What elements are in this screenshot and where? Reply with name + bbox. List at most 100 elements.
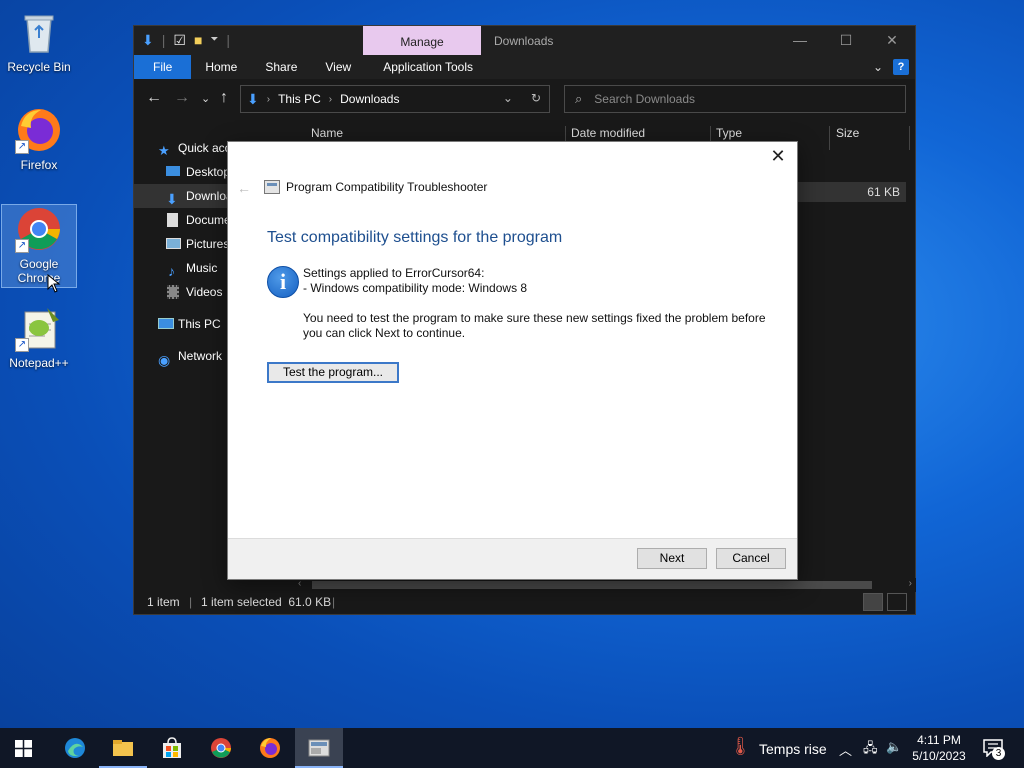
address-bar[interactable]: ⬇ › This PC › Downloads ⌄ ↻ <box>240 85 550 113</box>
breadcrumb-chevron-icon[interactable]: › <box>329 94 332 105</box>
status-separator: | <box>189 595 193 609</box>
desktop-icon-firefox[interactable]: ↗ Firefox <box>1 106 77 172</box>
notification-count-badge: 3 <box>992 747 1005 760</box>
mouse-cursor-icon <box>47 274 61 293</box>
start-button[interactable] <box>0 728 48 768</box>
desktop-icon-label: Google Chrome <box>17 257 61 285</box>
tab-home[interactable]: Home <box>191 55 251 79</box>
view-toggle <box>863 593 907 611</box>
weather-widget[interactable]: Temps rise <box>759 741 827 757</box>
window-controls: — ☐ ✕ <box>777 26 915 55</box>
sidebar-item-label: Pictures <box>186 237 230 251</box>
details-view-icon[interactable] <box>863 593 883 611</box>
column-divider[interactable] <box>909 126 910 150</box>
download-arrow-icon: ⬇ <box>166 191 178 207</box>
tab-view[interactable]: View <box>311 55 365 79</box>
column-header-date-modified[interactable]: Date modified <box>571 126 645 140</box>
sidebar-item-label: This PC <box>178 317 221 331</box>
close-button[interactable]: ✕ <box>869 26 915 55</box>
breadcrumb-downloads[interactable]: Downloads <box>340 92 399 106</box>
search-icon: ⌕ <box>575 91 583 106</box>
new-folder-icon[interactable]: ■ <box>194 32 202 48</box>
forward-arrow-icon[interactable]: → <box>174 89 190 107</box>
thermometer-icon: 🌡 <box>729 736 752 756</box>
volume-icon[interactable]: 🔈 <box>886 739 902 755</box>
download-arrow-icon: ⬇ <box>142 32 154 48</box>
desktop-icon-label: Firefox <box>20 158 58 172</box>
close-icon[interactable]: ✕ <box>767 146 789 167</box>
sidebar-item-label: Videos <box>186 285 223 299</box>
customize-toolbar-icon[interactable]: ⏷ <box>210 32 218 48</box>
tab-application-tools[interactable]: Application Tools <box>365 55 487 79</box>
recent-locations-chevron-icon[interactable]: ⌄ <box>201 92 210 105</box>
shortcut-arrow-icon: ↗ <box>15 239 29 253</box>
large-icons-view-icon[interactable] <box>887 593 907 611</box>
taskbar-edge[interactable] <box>51 728 99 768</box>
tab-file[interactable]: File <box>134 55 192 79</box>
settings-applied-text: Settings applied to ErrorCursor64: <box>303 266 485 280</box>
separator-icon: | <box>161 32 166 48</box>
clock[interactable]: 4:11 PM 5/10/2023 <box>906 732 972 764</box>
column-header-name[interactable]: Name <box>311 126 343 140</box>
ribbon-tabs: File Home Share View Application Tools ⌄… <box>134 55 915 79</box>
scrollbar-thumb[interactable] <box>312 581 872 589</box>
maximize-button[interactable]: ☐ <box>823 26 869 55</box>
desktop-icon-google-chrome[interactable]: ↗ Google Chrome <box>1 204 77 288</box>
taskbar-store[interactable] <box>148 728 196 768</box>
dialog-footer: Next Cancel <box>228 538 797 579</box>
breadcrumb-this-pc[interactable]: This PC <box>278 92 321 106</box>
minimize-button[interactable]: — <box>777 26 823 55</box>
search-box[interactable]: ⌕ <box>564 85 906 113</box>
desktop-icon-label: Notepad++ <box>9 356 69 370</box>
cancel-button[interactable]: Cancel <box>716 548 786 569</box>
downloads-folder-icon: ⬇ <box>247 90 259 107</box>
sidebar-item-label: Desktop <box>186 165 231 179</box>
manage-context-tab[interactable]: Manage <box>363 26 481 55</box>
navigation-bar: ← → ⌄ ↑ ⬇ › This PC › Downloads ⌄ ↻ ⌕ <box>134 79 915 119</box>
refresh-icon[interactable]: ↻ <box>531 91 541 105</box>
properties-icon[interactable]: ☑ <box>173 32 186 48</box>
info-icon: i <box>267 266 299 298</box>
desktop-icon-recycle-bin[interactable]: Recycle Bin <box>1 8 77 74</box>
breadcrumb-chevron-icon[interactable]: › <box>267 94 270 105</box>
edge-icon <box>65 738 85 758</box>
page-title: Test compatibility settings for the prog… <box>267 229 563 246</box>
store-bag-icon <box>163 737 181 758</box>
address-bar-controls: ⌄ ↻ <box>503 91 541 105</box>
pictures-icon <box>166 238 181 249</box>
test-the-program-button[interactable]: Test the program... <box>267 362 399 383</box>
clock-time: 4:11 PM <box>917 733 961 747</box>
show-hidden-icons-chevron-icon[interactable]: ︿ <box>839 740 852 759</box>
item-count: 1 item <box>147 595 180 609</box>
column-divider[interactable] <box>829 126 830 150</box>
back-arrow-icon[interactable]: ← <box>146 89 162 107</box>
network-icon[interactable]: 🖧 <box>863 739 878 761</box>
shortcut-arrow-icon: ↗ <box>15 338 29 352</box>
chrome-icon <box>211 738 231 758</box>
sidebar-item-label: Music <box>186 261 218 275</box>
column-header-size[interactable]: Size <box>836 126 859 140</box>
taskbar-troubleshooter[interactable] <box>295 728 343 768</box>
dialog-title: Program Compatibility Troubleshooter <box>286 180 488 194</box>
desktop-icon-notepad-plus-plus[interactable]: ↗ Notepad++ <box>1 304 77 370</box>
up-arrow-icon[interactable]: ↑ <box>220 89 228 107</box>
help-icon[interactable]: ? <box>893 59 909 75</box>
search-input[interactable] <box>594 92 875 106</box>
clock-date: 5/10/2023 <box>912 749 966 763</box>
music-note-icon: ♪ <box>168 263 175 279</box>
taskbar-file-explorer[interactable] <box>99 728 147 768</box>
scroll-right-icon[interactable]: › <box>909 578 912 589</box>
quick-access-toolbar: ⬇ | ☑ ■ ⏷ | <box>142 32 230 48</box>
tab-share[interactable]: Share <box>251 55 311 79</box>
back-arrow-icon[interactable]: ← <box>237 180 251 196</box>
expand-ribbon-icon[interactable]: ⌄ <box>873 60 883 74</box>
column-header-type[interactable]: Type <box>716 126 742 140</box>
address-dropdown-chevron-icon[interactable]: ⌄ <box>503 91 513 105</box>
next-button[interactable]: Next <box>637 548 707 569</box>
taskbar-chrome[interactable] <box>197 728 245 768</box>
notification-center-button[interactable]: 3 <box>980 736 1008 762</box>
taskbar-firefox[interactable] <box>246 728 294 768</box>
status-bar: 1 item | 1 item selected 61.0 KB | <box>134 590 915 614</box>
chrome-icon: ↗ <box>15 205 63 253</box>
star-icon: ★ <box>158 143 170 158</box>
